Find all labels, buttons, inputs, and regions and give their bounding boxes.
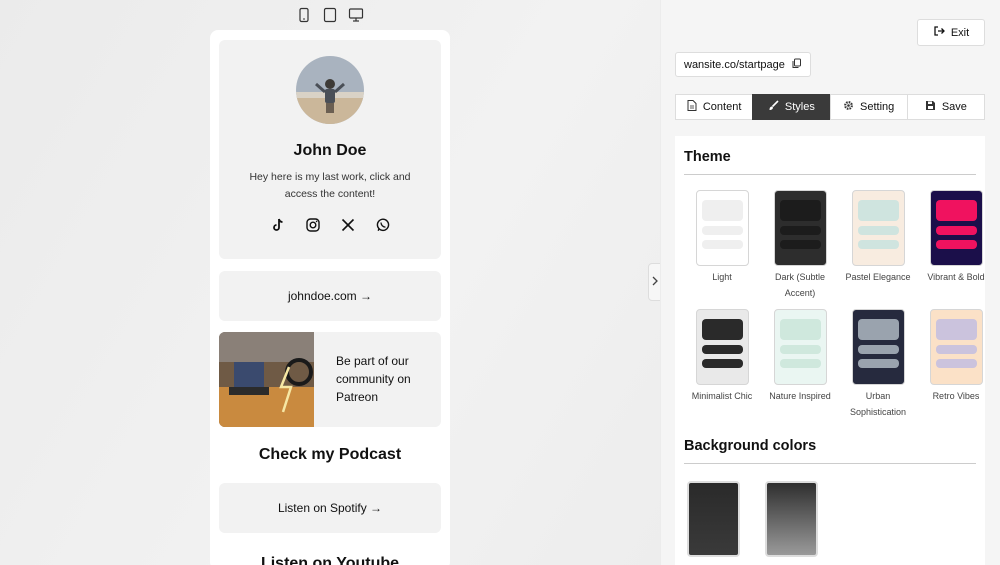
tablet-view-icon[interactable] (322, 7, 338, 23)
exit-icon (933, 25, 945, 40)
theme-label: Nature Inspired (769, 391, 831, 401)
link-card-website[interactable]: johndoe.com → (219, 271, 441, 321)
link-card-spotify[interactable]: Listen on Spotify → (219, 483, 441, 533)
site-url[interactable]: wansite.co/startpage (675, 52, 811, 77)
theme-swatch (695, 190, 749, 266)
theme-option[interactable]: Light (686, 190, 758, 301)
panel-tabs: Content Styles Setting Save (675, 94, 985, 120)
background-colors-heading: Background colors (684, 438, 817, 454)
theme-option[interactable]: Nature Inspired (764, 309, 836, 420)
theme-swatch (929, 190, 983, 266)
tab-save-label: Save (941, 101, 967, 113)
tab-content[interactable]: Content (675, 94, 754, 120)
theme-label: Vibrant & Bold (927, 272, 985, 282)
profile-name: John Doe (293, 142, 367, 159)
exit-button[interactable]: Exit (917, 19, 985, 46)
editor-canvas: John Doe Hey here is my last work, click… (0, 0, 660, 565)
profile-card: John Doe Hey here is my last work, click… (219, 40, 441, 259)
tab-setting[interactable]: Setting (829, 94, 908, 120)
whatsapp-icon[interactable] (375, 217, 391, 233)
theme-swatch (773, 309, 827, 385)
brush-icon (768, 100, 779, 114)
patreon-text: Be part of our community on Patreon (336, 354, 411, 404)
theme-option[interactable]: Pastel Elegance (842, 190, 914, 301)
styles-box: Theme Light Dark (Subtle Accent) Pastel … (675, 136, 985, 565)
theme-option[interactable]: Retro Vibes (920, 309, 992, 420)
save-icon (925, 100, 936, 114)
youtube-heading: Listen on Youtube (260, 555, 400, 565)
tiktok-icon[interactable] (270, 217, 286, 233)
exit-label: Exit (950, 26, 970, 39)
theme-grid: Light Dark (Subtle Accent) Pastel Elegan… (675, 175, 985, 420)
gear-icon (843, 100, 854, 114)
x-icon[interactable] (340, 217, 356, 233)
avatar (296, 56, 364, 124)
tab-styles[interactable]: Styles (752, 94, 831, 120)
patreon-image (219, 332, 314, 427)
theme-label: Pastel Elegance (845, 272, 911, 282)
tab-save[interactable]: Save (906, 94, 985, 120)
profile-bio: Hey here is my last work, click and acce… (249, 171, 411, 200)
theme-option[interactable]: Dark (Subtle Accent) (764, 190, 836, 301)
theme-option[interactable]: Minimalist Chic (686, 309, 758, 420)
theme-swatch (851, 309, 905, 385)
podcast-heading: Check my Podcast (258, 446, 402, 463)
instagram-icon[interactable] (305, 217, 321, 233)
patreon-card[interactable]: Be part of our community on Patreon (219, 332, 441, 427)
theme-swatch (773, 190, 827, 266)
theme-option[interactable]: Urban Sophistication (842, 309, 914, 420)
theme-label: Dark (Subtle Accent) (774, 272, 826, 298)
copy-icon[interactable] (791, 58, 802, 72)
background-swatch[interactable] (765, 481, 818, 557)
background-swatch[interactable] (687, 481, 740, 557)
device-toggle (296, 7, 364, 23)
theme-label: Light (712, 272, 732, 282)
site-url-text: wansite.co/startpage (684, 58, 785, 71)
tab-setting-label: Setting (860, 101, 895, 113)
background-swatch-list (675, 464, 985, 557)
theme-label: Retro Vibes (932, 391, 980, 401)
tab-content-label: Content (702, 101, 742, 113)
theme-swatch (929, 309, 983, 385)
theme-option[interactable]: Vibrant & Bold (920, 190, 992, 301)
theme-label: Urban Sophistication (849, 391, 907, 417)
social-links (219, 217, 441, 233)
collapse-panel-handle[interactable] (648, 263, 660, 301)
document-icon (687, 100, 697, 114)
theme-label: Minimalist Chic (691, 391, 753, 401)
theme-heading: Theme (684, 149, 731, 165)
chevron-right-icon (651, 273, 659, 291)
editor-panel: Exit wansite.co/startpage Content Styles… (661, 0, 1000, 565)
tab-styles-label: Styles (784, 101, 815, 113)
theme-swatch (695, 309, 749, 385)
desktop-view-icon[interactable] (348, 7, 364, 23)
mobile-view-icon[interactable] (296, 7, 312, 23)
theme-swatch (851, 190, 905, 266)
mobile-preview: John Doe Hey here is my last work, click… (210, 30, 450, 565)
